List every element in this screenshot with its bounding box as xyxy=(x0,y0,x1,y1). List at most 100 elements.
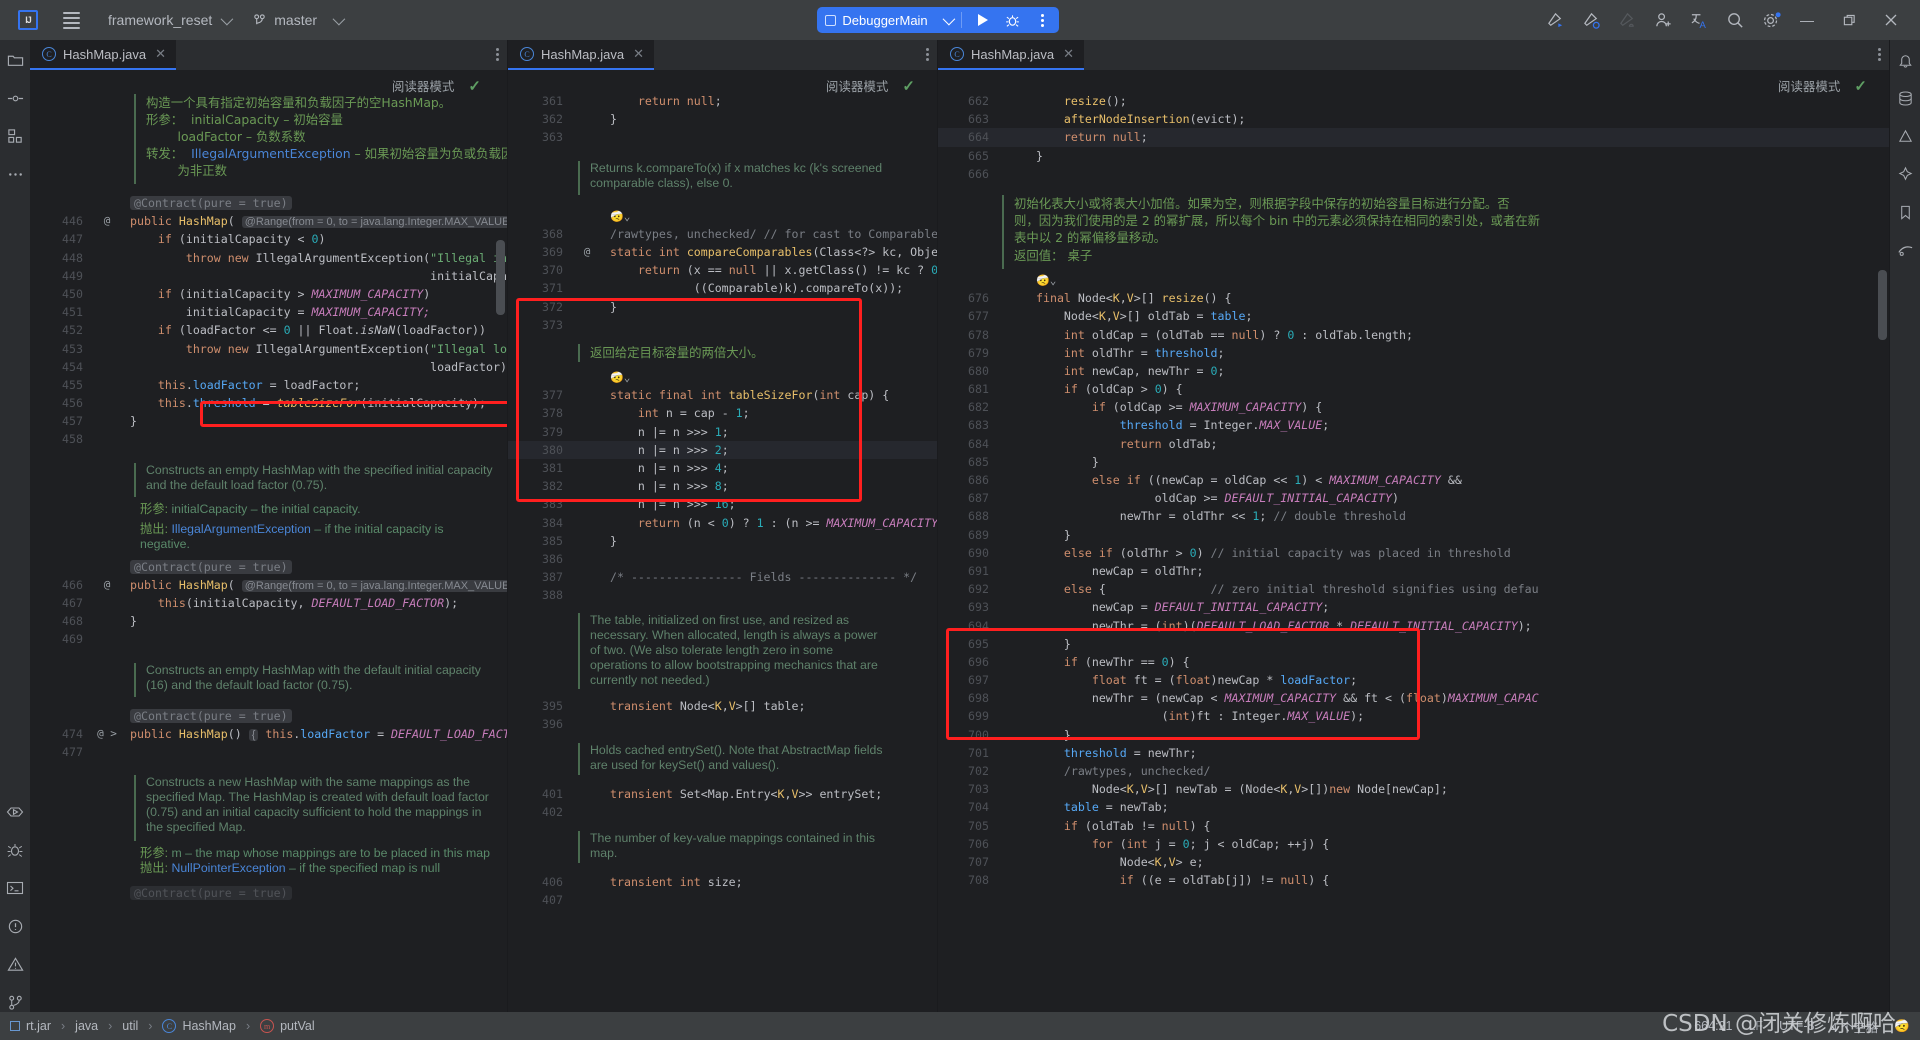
warning-icon[interactable] xyxy=(5,954,25,974)
maven-icon[interactable] xyxy=(1895,126,1915,146)
close-icon[interactable]: ✕ xyxy=(1063,46,1074,62)
code-line: if (oldTab != null) { xyxy=(1063,818,1211,833)
doc-cn-return: 返回值： 桌子 xyxy=(1014,247,1093,263)
structure-icon[interactable] xyxy=(5,126,25,146)
debug-button[interactable] xyxy=(1001,9,1025,31)
line-number: 694 xyxy=(968,618,989,633)
tab-hashmap-java-3[interactable]: C HashMap.java ✕ xyxy=(938,40,1085,70)
database-icon[interactable] xyxy=(1895,88,1915,108)
translate-inline-icon[interactable]: 🤕⌄ xyxy=(1036,274,1056,287)
rocket-cloud-icon[interactable] xyxy=(1612,5,1642,35)
line-number: 686 xyxy=(968,473,989,487)
breadcrumb-item-java[interactable]: java xyxy=(75,1019,98,1033)
bookmarks-icon[interactable] xyxy=(1895,202,1915,222)
notifications-bell-icon[interactable] xyxy=(1895,50,1915,70)
doc-throws-line-2: negative. xyxy=(140,536,190,551)
code-line: return null; xyxy=(1063,130,1148,145)
code-line: static final int tableSizeFor(int cap) { xyxy=(610,388,890,403)
doc-line: the specified Map. xyxy=(146,820,246,835)
more-tools-icon[interactable] xyxy=(5,164,25,184)
minimize-button[interactable]: — xyxy=(1786,1,1828,39)
inspection-ok-icon[interactable]: ✓ xyxy=(1854,77,1867,95)
branch-selector[interactable]: master xyxy=(252,12,346,28)
breadcrumb: rt.jar › java › util › C HashMap › m put… xyxy=(10,1019,315,1033)
ai-assistant-icon[interactable] xyxy=(1895,164,1915,184)
debug-tool-icon[interactable] xyxy=(5,840,25,860)
breadcrumb-item-jar[interactable]: rt.jar xyxy=(26,1019,51,1033)
left-tool-stripe xyxy=(0,40,30,1012)
line-number: 663 xyxy=(968,112,989,127)
code-line: int oldCap = (oldTab == null) ? 0 : oldT… xyxy=(1063,327,1413,342)
gutter-annotation-icon[interactable]: @ > xyxy=(90,725,124,743)
tab-hashmap-java-1[interactable]: C HashMap.java ✕ xyxy=(30,40,177,70)
line-number: 386 xyxy=(542,551,563,566)
translate-inline-icon[interactable]: 🤕⌄ xyxy=(610,371,630,384)
code-editor-1[interactable]: 构造一个具有指定初始容量和负载因子的空HashMap。 形参： initialC… xyxy=(30,70,507,1012)
run-button[interactable] xyxy=(971,9,995,31)
gutter-annotation-icon[interactable]: @ xyxy=(570,243,604,261)
rocket-zero-icon[interactable] xyxy=(1576,5,1606,35)
version-control-icon[interactable] xyxy=(5,992,25,1012)
doc-line: are used for keySet() and values(). xyxy=(590,757,780,772)
tab-options-icon[interactable] xyxy=(1878,48,1881,61)
editor-scrollbar-1[interactable] xyxy=(496,240,505,315)
tab-options-icon[interactable] xyxy=(496,48,499,61)
maximize-button[interactable] xyxy=(1828,1,1870,39)
breadcrumb-item-class[interactable]: HashMap xyxy=(182,1019,236,1033)
code-line: if (oldCap > 0) { xyxy=(1063,382,1183,397)
editor-scrollbar-3[interactable] xyxy=(1878,270,1887,340)
doc-throws-2: 为非正数 xyxy=(146,163,228,178)
branch-name: master xyxy=(274,12,318,28)
translate-inline-icon[interactable]: 🤕⌄ xyxy=(610,210,630,223)
translate-status-icon[interactable]: 🤕 xyxy=(1894,1019,1910,1034)
doc-cn-line: 则，因为我们使用的是 2 的幂扩展，所以每个 bin 中的元素必须保持在相同的索… xyxy=(1014,212,1541,228)
more-run-options-button[interactable] xyxy=(1031,9,1055,31)
gutter-annotation-icon[interactable]: @ xyxy=(90,576,124,594)
gutter-annotation-icon[interactable]: @ xyxy=(90,212,124,230)
settings-gear-icon[interactable] xyxy=(1756,5,1786,35)
line-number: 703 xyxy=(968,782,989,797)
code-line: newCap = oldThr; xyxy=(1091,563,1204,578)
add-user-icon[interactable] xyxy=(1648,5,1678,35)
doc-cn-line: 构造一个具有指定初始容量和负载因子的空HashMap。 xyxy=(146,95,452,110)
tab-hashmap-java-2[interactable]: C HashMap.java ✕ xyxy=(508,40,655,70)
inspection-ok-icon[interactable]: ✓ xyxy=(902,77,915,95)
line-number: 406 xyxy=(542,875,563,890)
run-configuration-widget[interactable]: DebuggerMain xyxy=(817,7,1059,33)
terminal-tool-icon[interactable] xyxy=(5,878,25,898)
doc-cn-line: 初始化表大小或将表大小加倍。如果为空，则根据字段中保存的初始容量目标进行分配。否 xyxy=(1014,195,1510,211)
line-number: 679 xyxy=(968,345,989,360)
close-icon[interactable]: ✕ xyxy=(633,46,644,62)
close-button[interactable] xyxy=(1870,1,1912,39)
breadcrumb-item-util[interactable]: util xyxy=(122,1019,138,1033)
code-editor-3[interactable]: 662 resize(); 663 afterNodeInsertion(evi… xyxy=(938,70,1889,1012)
problems-icon[interactable] xyxy=(5,916,25,936)
chevron-down-icon xyxy=(332,12,346,25)
tab-row-3: C HashMap.java ✕ xyxy=(938,40,1889,70)
doc-line: Holds cached entrySet(). Note that Abstr… xyxy=(590,742,883,757)
doc-line: The table, initialized on first use, and… xyxy=(590,612,850,627)
contract-annotation-4: @Contract(pure = true) xyxy=(130,886,292,901)
tab-options-icon[interactable] xyxy=(926,48,929,61)
search-icon[interactable] xyxy=(1720,5,1750,35)
project-folder-icon[interactable] xyxy=(5,50,25,70)
rocket-run-icon[interactable] xyxy=(1540,5,1570,35)
line-number: 688 xyxy=(968,509,989,524)
line-number: 700 xyxy=(968,727,989,742)
run-tool-icon[interactable] xyxy=(5,802,25,822)
project-selector[interactable]: framework_reset xyxy=(108,12,234,28)
line-number: 697 xyxy=(968,673,989,688)
hamburger-icon[interactable] xyxy=(54,3,88,37)
java-method-icon: m xyxy=(260,1019,275,1033)
code-editor-2[interactable]: 361 return null; 362} 363 Returns k.comp… xyxy=(508,70,937,1012)
inspection-ok-icon[interactable]: ✓ xyxy=(468,77,481,95)
code-line: this(initialCapacity, DEFAULT_LOAD_FACTO… xyxy=(157,596,459,610)
commit-icon[interactable] xyxy=(5,88,25,108)
close-icon[interactable]: ✕ xyxy=(155,46,166,62)
translate-icon[interactable]: A xyxy=(1684,5,1714,35)
line-number: 378 xyxy=(542,406,563,421)
doc-line: Returns k.compareTo(x) if x matches kc (… xyxy=(590,160,883,175)
gradle-icon[interactable] xyxy=(1895,240,1915,260)
doc-line: (0.75) and an initial capacity sufficien… xyxy=(146,805,482,820)
breadcrumb-item-method[interactable]: putVal xyxy=(280,1019,315,1033)
